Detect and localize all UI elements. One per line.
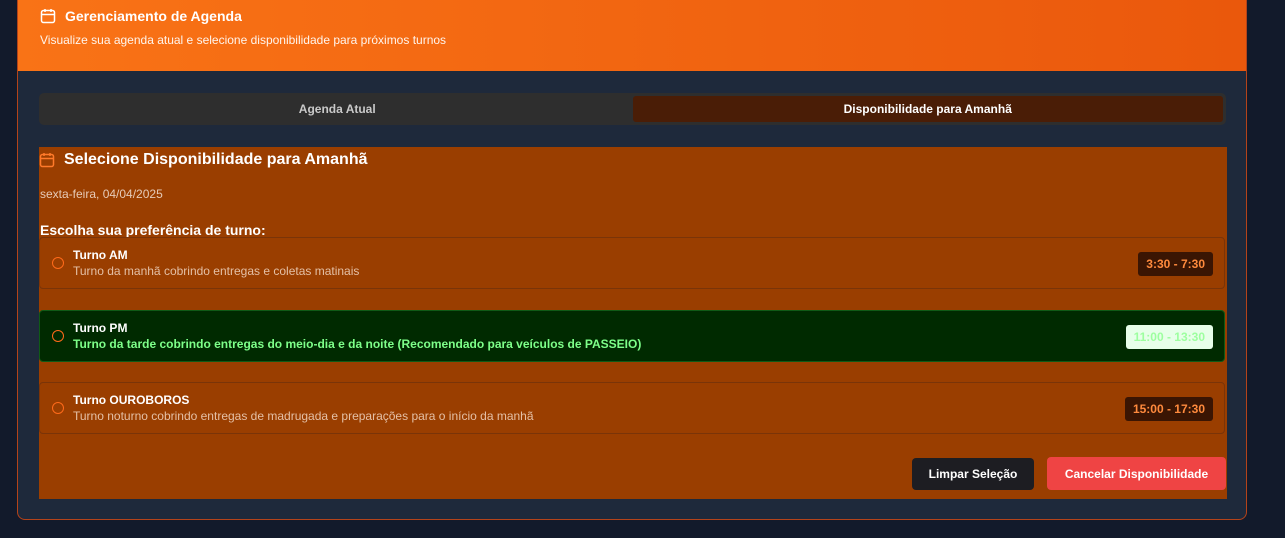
tab-bar: Agenda Atual Disponibilidade para Amanhã [39, 93, 1226, 125]
panel-title: Selecione Disponibilidade para Amanhã [39, 151, 367, 169]
header-title: Gerenciamento de Agenda [40, 8, 242, 24]
shift-name: Turno AM [73, 248, 128, 262]
clear-selection-button[interactable]: Limpar Seleção [912, 458, 1034, 490]
radio-button[interactable] [52, 257, 64, 269]
shift-prompt: Escolha sua preferência de turno: [40, 222, 266, 238]
tab-disponibilidade[interactable]: Disponibilidade para Amanhã [632, 96, 1223, 122]
shift-option-am[interactable]: Turno AM Turno da manhã cobrindo entrega… [39, 237, 1225, 289]
calendar-icon [40, 9, 56, 24]
shift-option-pm[interactable]: Turno PM Turno da tarde cobrindo entrega… [39, 310, 1225, 362]
shift-time-badge: 3:30 - 7:30 [1138, 252, 1213, 276]
shift-description: Turno noturno cobrindo entregas de madru… [73, 409, 534, 423]
schedule-card: Gerenciamento de Agenda Visualize sua ag… [17, 0, 1247, 520]
availability-panel: Selecione Disponibilidade para Amanhã se… [39, 147, 1227, 499]
shift-description: Turno da manhã cobrindo entregas e colet… [73, 264, 360, 278]
cancel-availability-button[interactable]: Cancelar Disponibilidade [1047, 457, 1226, 490]
shift-time-badge: 11:00 - 13:30 [1125, 325, 1213, 349]
shift-option-ouroboros[interactable]: Turno OUROBOROS Turno noturno cobrindo e… [39, 382, 1225, 434]
card-header: Gerenciamento de Agenda Visualize sua ag… [18, 0, 1246, 71]
shift-name: Turno OUROBOROS [73, 393, 190, 407]
header-title-text: Gerenciamento de Agenda [65, 8, 242, 24]
panel-title-text: Selecione Disponibilidade para Amanhã [64, 151, 368, 168]
shift-description: Turno da tarde cobrindo entregas do meio… [73, 337, 642, 351]
shift-name: Turno PM [73, 321, 128, 335]
date-label: sexta-feira, 04/04/2025 [40, 187, 163, 201]
header-subtitle: Visualize sua agenda atual e selecione d… [40, 33, 447, 47]
radio-button[interactable] [52, 330, 64, 342]
radio-button[interactable] [52, 402, 64, 414]
shift-time-badge: 15:00 - 17:30 [1124, 397, 1213, 421]
tab-agenda-atual[interactable]: Agenda Atual [42, 96, 633, 122]
calendar-icon [39, 153, 55, 168]
